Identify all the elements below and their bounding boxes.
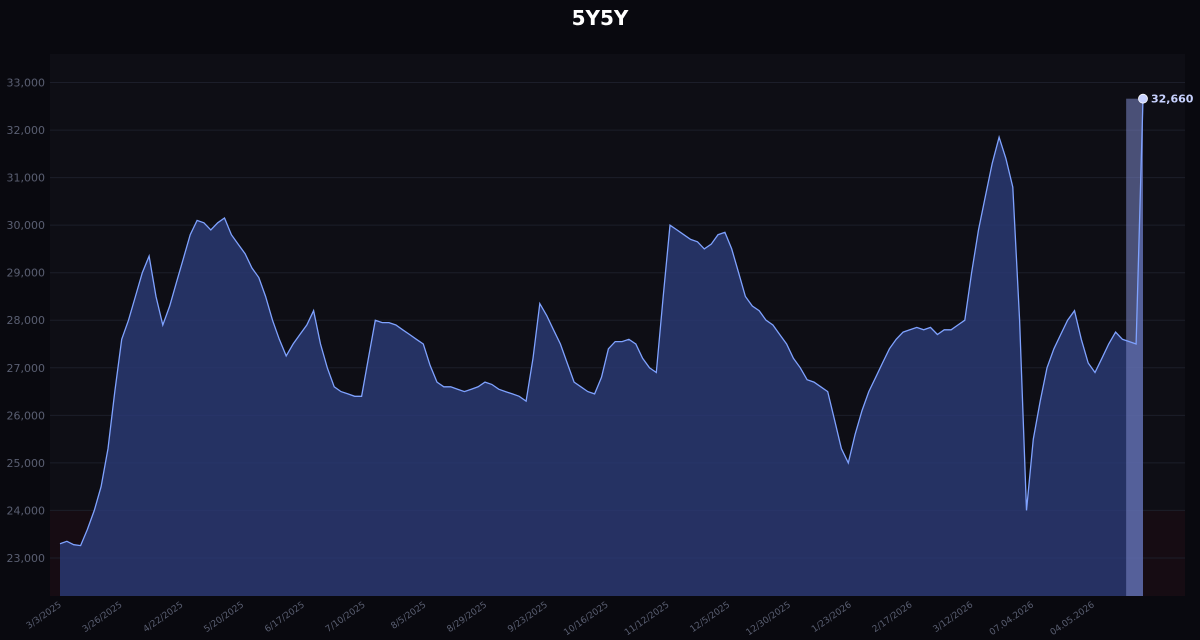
y-tick-label: 24,000 (7, 504, 46, 517)
x-tick-label: 3/3/2025 (25, 600, 64, 631)
y-tick-label: 30,000 (7, 219, 46, 232)
x-tick-label: 3/12/2026 (932, 600, 976, 635)
chart-container: 5Y5Y 23,000 24,000 25,000 26,000 27,000 28,00… (0, 0, 1200, 640)
x-tick-label: 6/17/2025 (263, 600, 307, 635)
x-tick-label: 8/29/2025 (446, 600, 490, 635)
x-tick-label: 12/5/2025 (689, 600, 733, 635)
x-tick-label: 11/12/2025 (623, 600, 671, 638)
x-tick-label: 5/20/2025 (202, 600, 246, 635)
last-value-label: 32,660 (1151, 93, 1194, 106)
last-value-point (1138, 93, 1148, 104)
x-tick-label: 7/10/2025 (324, 600, 368, 635)
area-chart: 23,000 24,000 25,000 26,000 27,000 28,000 29,0… (7, 54, 1194, 638)
x-tick-label: 07.04.2026 (988, 600, 1036, 638)
y-tick-label: 31,000 (7, 172, 46, 185)
y-tick-label: 28,000 (7, 314, 46, 327)
y-tick-label: 23,000 (7, 552, 46, 565)
y-tick-label: 25,000 (7, 457, 46, 470)
x-tick-label: 1/23/2026 (810, 600, 854, 635)
x-tick-label: 4/22/2025 (142, 600, 186, 635)
y-tick-label: 32,000 (7, 124, 46, 137)
x-tick-label: 12/30/2025 (745, 600, 793, 638)
x-tick-label: 9/23/2025 (506, 600, 550, 635)
x-tick-label: 2/17/2026 (871, 600, 915, 635)
x-tick-label: 3/26/2025 (81, 600, 125, 635)
x-tick-label: 8/5/2025 (389, 600, 428, 631)
y-tick-label: 29,000 (7, 267, 46, 280)
y-tick-label: 26,000 (7, 409, 46, 422)
x-tick-label: 04.05.2026 (1049, 600, 1097, 638)
x-tick-label: 10/16/2025 (562, 600, 610, 638)
y-tick-label: 27,000 (7, 362, 46, 375)
y-tick-label: 33,000 (7, 77, 46, 90)
